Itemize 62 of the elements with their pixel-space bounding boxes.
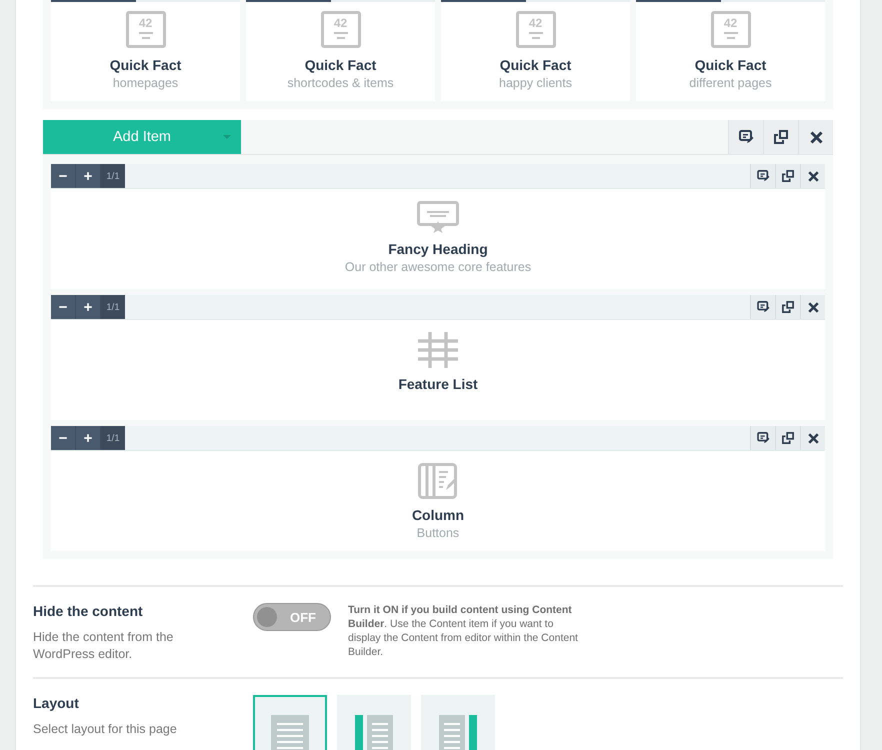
- close-button[interactable]: [800, 295, 825, 319]
- edit-button[interactable]: [750, 295, 775, 319]
- item-subtitle: Buttons: [416, 526, 460, 540]
- decrease-button[interactable]: −: [51, 164, 76, 188]
- duplicate-button[interactable]: [775, 295, 800, 319]
- edit-icon: [756, 170, 770, 182]
- item-subtitle: Our other awesome core features: [344, 260, 532, 274]
- edit-icon: [738, 130, 754, 144]
- decrease-button[interactable]: −: [51, 426, 76, 450]
- card-title: Quick Fact: [694, 57, 766, 73]
- item-title: Fancy Heading: [388, 241, 488, 257]
- decrease-button[interactable]: −: [51, 295, 76, 319]
- left-sidebar-layout-icon: [355, 715, 393, 750]
- help-text: Turn it ON if you build content using Content Builder. Use the Content item if you want to display the Content from editor within the Content Builder.: [348, 603, 579, 660]
- option-title: Layout: [33, 695, 80, 711]
- size-label: 1/1: [101, 164, 125, 188]
- card-subtitle: different pages: [689, 76, 772, 90]
- close-button[interactable]: [798, 120, 833, 154]
- duplicate-icon: [782, 301, 794, 313]
- certificate-icon: [417, 201, 459, 233]
- increase-button[interactable]: +: [76, 164, 101, 188]
- item-title: Column: [412, 507, 464, 523]
- close-button[interactable]: [800, 164, 825, 188]
- option-title: Hide the content: [33, 603, 144, 619]
- close-icon: [807, 432, 819, 444]
- card-title: Quick Fact: [304, 57, 376, 73]
- close-button[interactable]: [800, 426, 825, 450]
- edit-button[interactable]: [750, 426, 775, 450]
- close-icon: [807, 301, 819, 313]
- option-description: Hide the content from the WordPress editor.: [33, 629, 174, 663]
- full-width-layout-icon: [271, 715, 309, 750]
- duplicate-icon: [774, 130, 788, 144]
- edit-button[interactable]: [750, 164, 775, 188]
- increase-button[interactable]: +: [76, 295, 101, 319]
- counter-icon: 42: [320, 11, 360, 48]
- item-title: Feature List: [398, 376, 478, 392]
- duplicate-button[interactable]: [763, 120, 798, 154]
- duplicate-icon: [782, 170, 794, 182]
- card-subtitle: homepages: [112, 76, 178, 90]
- size-label: 1/1: [101, 295, 125, 319]
- counter-icon: 42: [710, 11, 750, 48]
- right-sidebar-layout-icon: [439, 715, 477, 750]
- card-title: Quick Fact: [500, 57, 572, 73]
- size-label: 1/1: [101, 426, 125, 450]
- increase-button[interactable]: +: [76, 426, 101, 450]
- card-subtitle: shortcodes & items: [287, 76, 394, 90]
- caret-icon: [223, 135, 231, 139]
- counter-icon: 42: [126, 11, 166, 48]
- counter-icon: 42: [516, 11, 556, 48]
- duplicate-icon: [782, 432, 794, 444]
- edit-button[interactable]: [728, 120, 763, 154]
- close-icon: [810, 130, 822, 144]
- close-icon: [807, 170, 819, 182]
- column-icon: [418, 463, 458, 499]
- duplicate-button[interactable]: [775, 164, 800, 188]
- card-title: Quick Fact: [110, 57, 182, 73]
- edit-icon: [756, 432, 770, 444]
- edit-icon: [756, 301, 770, 313]
- grid-icon: [418, 332, 458, 368]
- card-subtitle: happy clients: [499, 76, 572, 90]
- option-description: Select layout for this page: [33, 721, 178, 738]
- duplicate-button[interactable]: [775, 426, 800, 450]
